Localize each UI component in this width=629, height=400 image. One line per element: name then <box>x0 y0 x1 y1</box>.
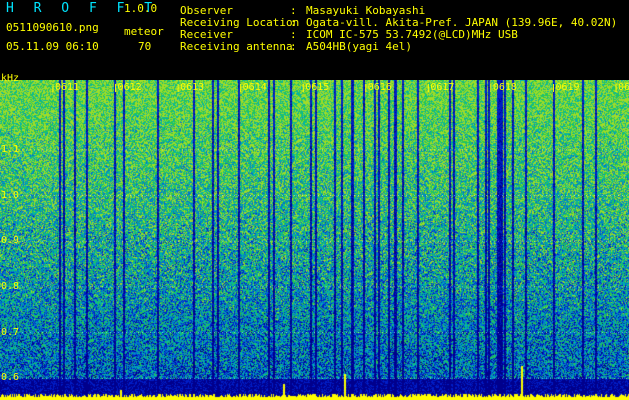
y-tick-label: 0.9 <box>1 235 20 247</box>
time-tick-label: 0616 <box>367 82 392 93</box>
antenna-colon: : <box>290 40 297 53</box>
spectrogram <box>0 80 629 400</box>
y-axis-unit: kHz <box>1 73 20 84</box>
app-version: 1.0.0 <box>124 2 158 15</box>
time-tick-label: 0614 <box>242 82 267 93</box>
header-panel: H R O F F T 1.0.0 0511090610.png meteor … <box>0 0 629 80</box>
y-tick-label: 0.7 <box>1 326 20 338</box>
time-tick-label: 0620 <box>618 82 629 93</box>
time-tick-label: 0611 <box>55 82 80 93</box>
antenna-value: A504HB(yagi 4el) <box>306 40 412 53</box>
datetime: 05.11.09 06:10 <box>6 40 99 53</box>
time-tick-label: 0613 <box>180 82 205 93</box>
time-tick-label: 0618 <box>492 82 517 93</box>
y-tick-label: 1.1 <box>1 143 20 155</box>
meteor-label: meteor <box>124 25 164 38</box>
antenna-label: Receiving antenna <box>180 40 293 53</box>
time-tick-label: 0615 <box>305 82 330 93</box>
time-tick-label: 0619 <box>555 82 580 93</box>
filename: 0511090610.png <box>6 21 99 34</box>
time-tick-label: 0617 <box>430 82 455 93</box>
meteor-count: 70 <box>138 40 152 53</box>
y-tick-label: 0.6 <box>1 372 20 384</box>
y-tick-label: 1.0 <box>1 189 20 201</box>
time-tick-label: 0612 <box>117 82 142 93</box>
y-tick-label: 0.8 <box>1 280 20 292</box>
